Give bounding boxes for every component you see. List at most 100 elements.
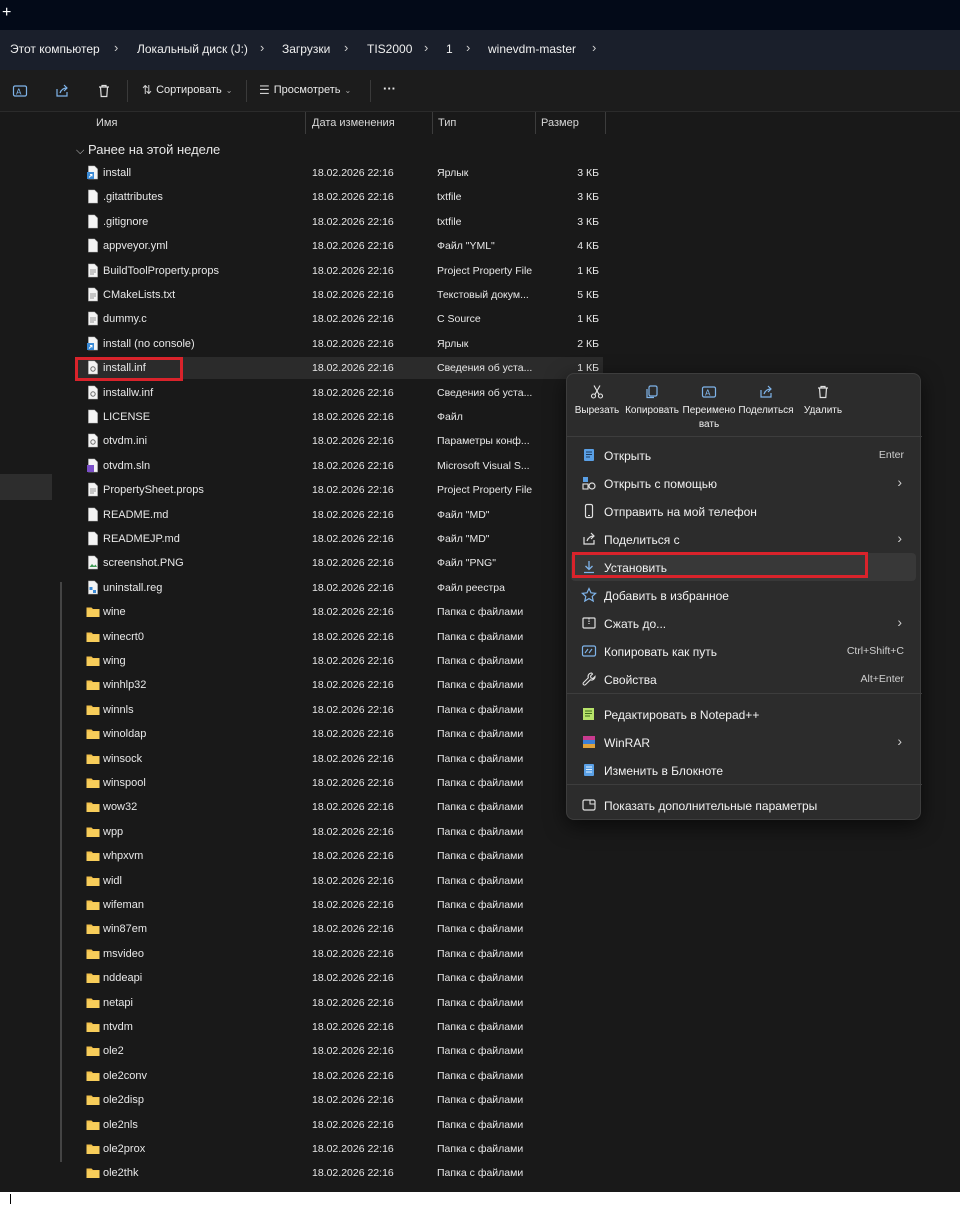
breadcrumb-item[interactable]: Локальный диск (J:): [137, 42, 248, 56]
folder-row[interactable]: ole2prox 18.02.2026 22:16 Папка с файлами: [76, 1138, 603, 1160]
folder-row[interactable]: ntvdm 18.02.2026 22:16 Папка с файлами: [76, 1016, 603, 1038]
file-row[interactable]: install 18.02.2026 22:16 Ярлык 3 КБ: [76, 162, 603, 184]
file-name: otvdm.ini: [103, 435, 148, 448]
folder-row[interactable]: msvideo 18.02.2026 22:16 Папка с файлами: [76, 943, 603, 965]
file-row[interactable]: uninstall.reg 18.02.2026 22:16 Файл реестр…: [76, 577, 603, 599]
menu-item[interactable]: Сжать до... ›: [571, 609, 916, 637]
file-row[interactable]: otvdm.ini 18.02.2026 22:16 Параметры конф.…: [76, 430, 603, 452]
folder-row[interactable]: ole2disp 18.02.2026 22:16 Папка с файлами: [76, 1089, 603, 1111]
folder-row[interactable]: netapi 18.02.2026 22:16 Папка с файлами: [76, 992, 603, 1014]
file-date: 18.02.2026 22:16: [312, 996, 394, 1009]
file-row[interactable]: installw.inf 18.02.2026 22:16 Сведения об …: [76, 382, 603, 404]
file-row[interactable]: BuildToolProperty.props 18.02.2026 22:16 P…: [76, 260, 603, 282]
folder-row[interactable]: nddeapi 18.02.2026 22:16 Папка с файлами: [76, 967, 603, 989]
menu-item[interactable]: Редактировать в Notepad++: [571, 700, 916, 728]
column-header-size[interactable]: Размер: [541, 112, 579, 134]
file-date: 18.02.2026 22:16: [312, 1094, 394, 1107]
breadcrumb-item[interactable]: winevdm-master: [488, 42, 576, 56]
file-row[interactable]: dummy.c 18.02.2026 22:16 C Source 1 КБ: [76, 308, 603, 330]
group-header[interactable]: ⌵ Ранее на этой неделе: [76, 142, 220, 158]
nav-scrollbar[interactable]: [60, 582, 62, 1162]
file-row[interactable]: screenshot.PNG 18.02.2026 22:16 Файл "PNG": [76, 552, 603, 574]
nav-selected-item[interactable]: [0, 474, 52, 500]
folder-row[interactable]: winnls 18.02.2026 22:16 Папка с файлами: [76, 699, 603, 721]
folder-row[interactable]: whpxvm 18.02.2026 22:16 Папка с файлами: [76, 845, 603, 867]
folder-row[interactable]: wine 18.02.2026 22:16 Папка с файлами: [76, 601, 603, 623]
share-icon[interactable]: [54, 83, 70, 99]
menu-item[interactable]: Копировать как путь Ctrl+Shift+C: [571, 637, 916, 665]
menu-item[interactable]: Открыть с помощью ›: [571, 469, 916, 497]
folder-row[interactable]: winhlp32 18.02.2026 22:16 Папка с файлами: [76, 674, 603, 696]
file-row[interactable]: appveyor.yml 18.02.2026 22:16 Файл "YML" 4 …: [76, 235, 603, 257]
file-row[interactable]: LICENSE 18.02.2026 22:16 Файл: [76, 406, 603, 428]
folder-row[interactable]: ole2 18.02.2026 22:16 Папка с файлами: [76, 1040, 603, 1062]
file-row[interactable]: README.md 18.02.2026 22:16 Файл "MD": [76, 504, 603, 526]
folder-row[interactable]: winoldap 18.02.2026 22:16 Папка с файлами: [76, 723, 603, 745]
sort-icon: ⇅: [142, 83, 153, 97]
file-row[interactable]: PropertySheet.props 18.02.2026 22:16 Proje…: [76, 479, 603, 501]
menu-item[interactable]: WinRAR ›: [571, 728, 916, 756]
breadcrumb-item[interactable]: 1: [446, 42, 453, 56]
breadcrumb-item[interactable]: Этот компьютер: [10, 42, 100, 56]
cut-button[interactable]: Вырезать: [569, 382, 625, 434]
rename-icon[interactable]: A: [12, 83, 28, 99]
file-row[interactable]: otvdm.sln 18.02.2026 22:16 Microsoft Visua…: [76, 455, 603, 477]
more-options-button[interactable]: ···: [383, 81, 396, 96]
chevron-right-icon[interactable]: ›: [424, 40, 428, 55]
file-type: Папка с файлами: [437, 777, 524, 789]
new-tab-button[interactable]: +: [2, 4, 11, 22]
column-divider[interactable]: [535, 112, 536, 134]
breadcrumb-item[interactable]: TIS2000: [367, 42, 412, 56]
folder-row[interactable]: winspool 18.02.2026 22:16 Папка с файлами: [76, 772, 603, 794]
copy-button[interactable]: Копировать: [624, 382, 680, 434]
menu-item[interactable]: Отправить на мой телефон: [571, 497, 916, 525]
column-header-date[interactable]: Дата изменения: [312, 112, 395, 134]
column-divider[interactable]: [605, 112, 606, 134]
menu-item[interactable]: Изменить в Блокноте: [571, 756, 916, 784]
column-header-name[interactable]: Имя: [96, 112, 117, 134]
chevron-right-icon: ›: [897, 614, 902, 630]
chevron-right-icon[interactable]: ›: [114, 40, 118, 55]
folder-row[interactable]: winsock 18.02.2026 22:16 Папка с файлами: [76, 748, 603, 770]
sort-button[interactable]: ⇅ Сортировать ⌄: [142, 83, 233, 97]
folder-row[interactable]: win87em 18.02.2026 22:16 Папка с файлами: [76, 918, 603, 940]
view-button[interactable]: ☰ Просмотреть ⌄: [259, 83, 351, 97]
file-row[interactable]: install (no console) 18.02.2026 22:16 Ярлы…: [76, 333, 603, 355]
share-icon: [760, 385, 772, 398]
trash-icon[interactable]: [96, 83, 112, 99]
rename-button[interactable]: A Переименовать: [681, 382, 737, 434]
folder-row[interactable]: winecrt0 18.02.2026 22:16 Папка с файлами: [76, 626, 603, 648]
folder-row[interactable]: widl 18.02.2026 22:16 Папка с файлами: [76, 870, 603, 892]
share-button[interactable]: Поделиться: [738, 382, 794, 434]
folder-row[interactable]: wow32 18.02.2026 22:16 Папка с файлами: [76, 796, 603, 818]
file-row[interactable]: CMakeLists.txt 18.02.2026 22:16 Текстовый …: [76, 284, 603, 306]
menu-item[interactable]: Свойства Alt+Enter: [571, 665, 916, 693]
chevron-right-icon[interactable]: ›: [592, 40, 596, 55]
folder-row[interactable]: ole2thk 18.02.2026 22:16 Папка с файлами: [76, 1162, 603, 1184]
folder-row[interactable]: ole2conv 18.02.2026 22:16 Папка с файлами: [76, 1065, 603, 1087]
file-row[interactable]: READMEJP.md 18.02.2026 22:16 Файл "MD": [76, 528, 603, 550]
folder-row[interactable]: wing 18.02.2026 22:16 Папка с файлами: [76, 650, 603, 672]
file-date: 18.02.2026 22:16: [312, 630, 394, 643]
folder-icon: [86, 824, 100, 839]
chevron-right-icon[interactable]: ›: [466, 40, 470, 55]
file-date: 18.02.2026 22:16: [312, 167, 394, 179]
menu-item[interactable]: Поделиться с ›: [571, 525, 916, 553]
folder-row[interactable]: wpp 18.02.2026 22:16 Папка с файлами: [76, 821, 603, 843]
chevron-right-icon[interactable]: ›: [344, 40, 348, 55]
file-row[interactable]: .gitignore 18.02.2026 22:16 txtfile 3 КБ: [76, 211, 603, 233]
file-type: Папка с файлами: [437, 825, 524, 838]
chevron-right-icon[interactable]: ›: [260, 40, 264, 55]
file-row[interactable]: .gitattributes 18.02.2026 22:16 txtfile 3 К…: [76, 186, 603, 208]
folder-row[interactable]: wifeman 18.02.2026 22:16 Папка с файлами: [76, 894, 603, 916]
delete-button[interactable]: Удалить: [795, 382, 851, 434]
column-header-type[interactable]: Тип: [438, 112, 456, 134]
menu-item[interactable]: Открыть Enter: [571, 441, 916, 469]
menu-item[interactable]: Показать дополнительные параметры: [571, 791, 916, 819]
column-divider[interactable]: [432, 112, 433, 134]
menu-item[interactable]: Добавить в избранное: [571, 581, 916, 609]
folder-row[interactable]: ole2nls 18.02.2026 22:16 Папка с файлами: [76, 1114, 603, 1136]
chevron-down-icon: ⌄: [344, 85, 352, 95]
column-divider[interactable]: [305, 112, 306, 134]
breadcrumb-item[interactable]: Загрузки: [282, 42, 330, 56]
